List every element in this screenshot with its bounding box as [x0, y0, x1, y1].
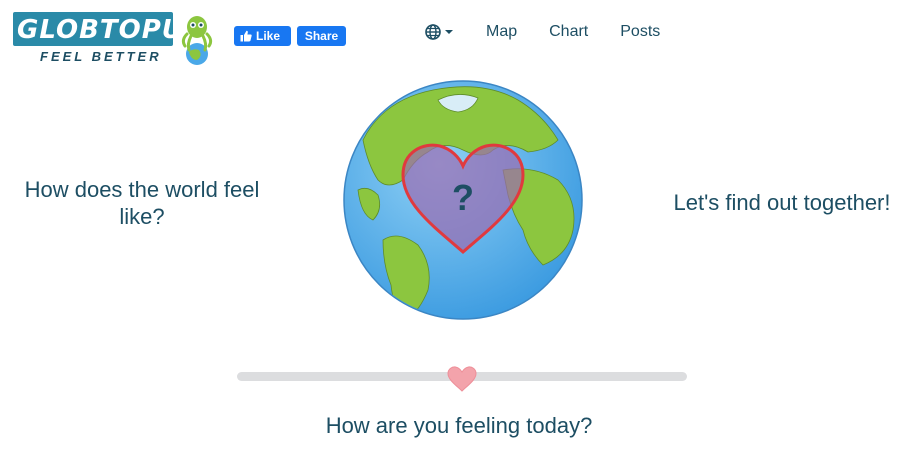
facebook-share-button[interactable]: Share	[297, 26, 346, 46]
nav-link-chart[interactable]: Chart	[549, 23, 588, 41]
logo-tagline: FEEL BETTER	[40, 49, 162, 64]
globe-heart-illustration[interactable]: ?	[343, 80, 583, 320]
share-label: Share	[304, 29, 339, 43]
facebook-like-button[interactable]: Like	[234, 26, 291, 46]
heart-slider-thumb-icon[interactable]	[447, 366, 477, 392]
logo-banner: GLOBTOPUS	[13, 12, 203, 46]
thumbs-up-icon	[240, 30, 252, 42]
language-dropdown[interactable]	[425, 24, 453, 40]
caret-down-icon	[445, 30, 453, 34]
nav-link-map[interactable]: Map	[486, 23, 517, 41]
globtopus-logo[interactable]: GLOBTOPUS FEEL BETTER	[13, 12, 218, 68]
like-label: Like	[256, 29, 281, 43]
logo-wordmark: GLOBTOPUS	[17, 15, 204, 45]
main-nav: Map Chart Posts	[425, 20, 692, 44]
octopus-mascot-icon	[181, 16, 213, 65]
find-out-heading: Let's find out together!	[673, 190, 891, 215]
globe-icon	[425, 24, 441, 40]
feeling-slider[interactable]	[237, 366, 687, 392]
world-feeling-heading: How does the world feel like?	[24, 177, 260, 229]
globe-question-mark: ?	[452, 177, 474, 218]
nav-link-posts[interactable]: Posts	[620, 23, 660, 41]
feeling-prompt: How are you feeling today?	[325, 413, 593, 438]
